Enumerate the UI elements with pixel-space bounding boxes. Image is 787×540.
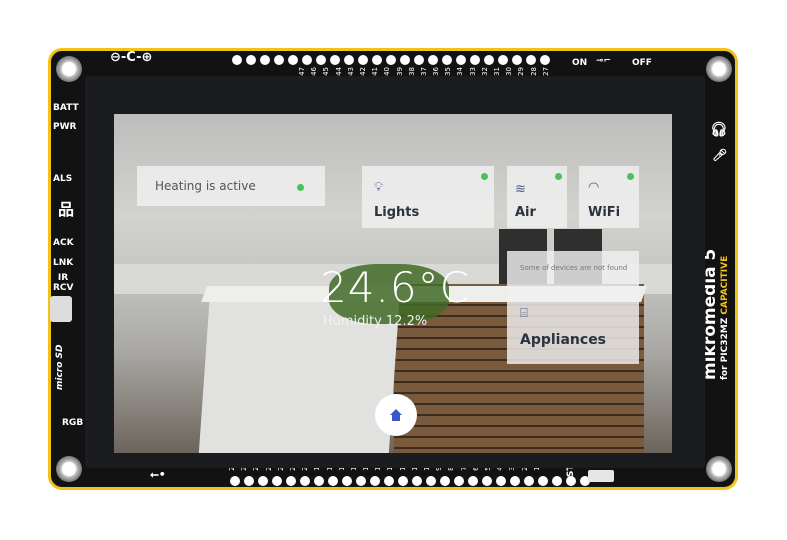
reset-button[interactable] bbox=[588, 470, 614, 482]
pin-number: 38 bbox=[407, 67, 416, 76]
tile-appliances[interactable]: Some of devices are not found ⌸ Applianc… bbox=[507, 251, 639, 364]
rgb-label: RGB bbox=[62, 418, 84, 428]
pin-number: 33 bbox=[468, 67, 477, 76]
lnk-label: LNK bbox=[53, 258, 74, 268]
pin-number: 30 bbox=[505, 67, 514, 76]
home-icon bbox=[390, 409, 402, 421]
headphone-icon: 🎧︎ bbox=[710, 122, 728, 138]
pin-number: 28 bbox=[529, 67, 538, 76]
wifi-icon: ◠ bbox=[588, 180, 600, 195]
ack-label: ACK bbox=[53, 238, 74, 248]
fan-icon: ≋ bbox=[515, 182, 526, 197]
mount-hole bbox=[56, 56, 82, 82]
tile-label: Appliances bbox=[520, 332, 607, 348]
power-off-label: OFF bbox=[632, 58, 652, 68]
als-label: ALS bbox=[53, 174, 73, 184]
batt-label: BATT bbox=[53, 103, 79, 113]
microsd-label: micro SD bbox=[55, 344, 65, 390]
pin-number: 29 bbox=[517, 67, 526, 76]
ir-rcv-label: IR RCV bbox=[53, 273, 74, 293]
humidity-readout: Humidity 12.2% bbox=[322, 314, 428, 329]
mount-hole bbox=[706, 456, 732, 482]
pin-number: 43 bbox=[346, 67, 355, 76]
pin-number: 31 bbox=[493, 67, 501, 76]
brand-variant: CAPACITIVE bbox=[720, 255, 730, 315]
power-switch-icon[interactable]: ⊸⌐ bbox=[596, 56, 611, 66]
network-icon: 品 bbox=[58, 200, 75, 219]
tile-lights[interactable]: 💡︎ Lights bbox=[362, 166, 494, 228]
pwr-label: PWR bbox=[53, 122, 77, 132]
pin-number: 45 bbox=[322, 67, 331, 76]
pin-number: 40 bbox=[383, 67, 392, 76]
ir-receiver bbox=[50, 296, 72, 322]
top-pin-numbers: 47 46 45 44 43 42 41 40 39 38 37 36 35 34 33 32 31 30 29 28… bbox=[298, 67, 552, 76]
pin-number: 34 bbox=[456, 67, 465, 76]
home-button[interactable] bbox=[375, 394, 417, 436]
status-dot bbox=[555, 173, 562, 180]
pin-number: 41 bbox=[371, 67, 380, 76]
heating-card[interactable]: Heating is active bbox=[137, 166, 325, 206]
temperature-readout: 24.6°C bbox=[320, 263, 470, 312]
status-dot bbox=[481, 173, 488, 180]
tile-label: Lights bbox=[374, 205, 420, 220]
power-on-label: ON bbox=[572, 58, 588, 68]
pin-number: 46 bbox=[310, 67, 319, 76]
status-dot bbox=[627, 173, 634, 180]
tile-label: Air bbox=[515, 205, 536, 220]
appliance-icon: ⌸ bbox=[520, 306, 528, 321]
appliances-notice: Some of devices are not found bbox=[520, 264, 628, 272]
usb-icon: ⭠• bbox=[150, 468, 166, 481]
brand-subtitle: for PIC32MZ bbox=[720, 317, 730, 380]
dc-polarity-icon: ⊖-C-⊕ bbox=[110, 50, 153, 65]
lightbulb-icon: 💡︎ bbox=[374, 180, 384, 195]
pin-number: 39 bbox=[395, 67, 404, 76]
tile-wifi[interactable]: ◠ WiFi bbox=[579, 166, 639, 228]
status-dot bbox=[297, 184, 304, 191]
pin-number: 32 bbox=[480, 67, 489, 76]
pin-number: 35 bbox=[444, 67, 453, 76]
pin-number: 47 bbox=[298, 67, 306, 76]
pin-number: 44 bbox=[334, 67, 343, 76]
tile-air[interactable]: ≋ Air bbox=[507, 166, 567, 228]
mount-hole bbox=[706, 56, 732, 82]
bottom-pin-header bbox=[230, 476, 590, 486]
tile-label: WiFi bbox=[588, 205, 621, 220]
mount-hole bbox=[56, 456, 82, 482]
top-pin-header bbox=[232, 55, 550, 65]
microphone-icon: 🎤︎ bbox=[712, 148, 728, 162]
pin-number: 37 bbox=[419, 67, 428, 76]
pin-number: 36 bbox=[432, 67, 441, 76]
pin-number: 27 bbox=[541, 67, 550, 76]
pin-number: 42 bbox=[358, 67, 367, 76]
heating-label: Heating is active bbox=[155, 179, 256, 193]
